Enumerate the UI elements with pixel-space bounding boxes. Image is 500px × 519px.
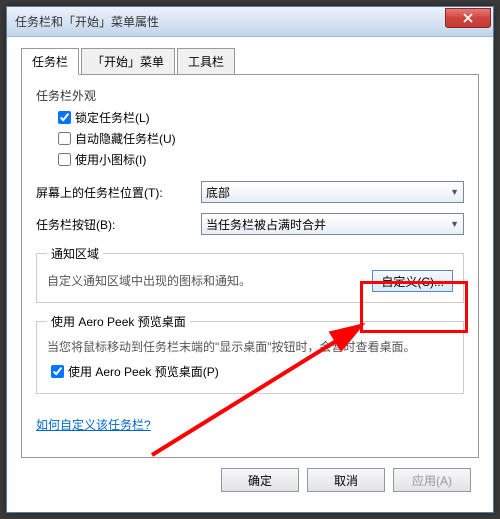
help-link[interactable]: 如何自定义该任务栏? <box>36 416 151 433</box>
dialog-button-bar: 确定 取消 应用(A) <box>21 458 479 502</box>
tabstrip: 任务栏 「开始」菜单 工具栏 <box>21 47 479 74</box>
tab-toolbars[interactable]: 工具栏 <box>177 48 235 75</box>
aero-legend: 使用 Aero Peek 预览桌面 <box>47 313 190 330</box>
buttons-row: 任务栏按钮(B): 当任务栏被占满时合并 ▼ <box>36 213 464 235</box>
buttons-label: 任务栏按钮(B): <box>36 216 201 233</box>
aero-check-label: 使用 Aero Peek 预览桌面(P) <box>68 363 219 380</box>
aero-checkbox[interactable] <box>51 365 64 378</box>
position-combo[interactable]: 底部 ▼ <box>201 181 464 203</box>
chevron-down-icon: ▼ <box>450 219 459 229</box>
lock-taskbar-label: 锁定任务栏(L) <box>75 109 150 126</box>
close-icon <box>463 13 473 23</box>
dialog-content: 任务栏 「开始」菜单 工具栏 任务栏外观 锁定任务栏(L) 自动隐藏任务栏(U)… <box>7 37 493 512</box>
appearance-heading: 任务栏外观 <box>36 87 464 104</box>
lock-taskbar-row[interactable]: 锁定任务栏(L) <box>54 108 464 127</box>
smallicons-checkbox[interactable] <box>58 153 71 166</box>
window-title: 任务栏和「开始」菜单属性 <box>15 13 159 30</box>
autohide-row[interactable]: 自动隐藏任务栏(U) <box>54 129 464 148</box>
aero-check-row[interactable]: 使用 Aero Peek 预览桌面(P) <box>47 362 453 381</box>
buttons-combo[interactable]: 当任务栏被占满时合并 ▼ <box>201 213 464 235</box>
close-button[interactable] <box>445 8 491 28</box>
chevron-down-icon: ▼ <box>450 187 459 197</box>
tabpanel-taskbar: 任务栏外观 锁定任务栏(L) 自动隐藏任务栏(U) 使用小图标(I) 屏幕上的任… <box>21 74 479 458</box>
tab-startmenu[interactable]: 「开始」菜单 <box>81 48 175 75</box>
aero-desc: 当您将鼠标移动到任务栏末端的"显示桌面"按钮时，会暂时查看桌面。 <box>47 338 453 356</box>
customize-button[interactable]: 自定义(C)... <box>372 270 453 292</box>
autohide-label: 自动隐藏任务栏(U) <box>75 130 176 147</box>
tab-taskbar[interactable]: 任务栏 <box>21 48 79 75</box>
notify-group: 通知区域 自定义通知区域中出现的图标和通知。 自定义(C)... <box>36 245 464 303</box>
buttons-value: 当任务栏被占满时合并 <box>206 216 326 233</box>
lock-taskbar-checkbox[interactable] <box>58 111 71 124</box>
autohide-checkbox[interactable] <box>58 132 71 145</box>
titlebar: 任务栏和「开始」菜单属性 <box>7 7 493 37</box>
position-value: 底部 <box>206 184 230 201</box>
position-row: 屏幕上的任务栏位置(T): 底部 ▼ <box>36 181 464 203</box>
apply-button[interactable]: 应用(A) <box>393 468 471 492</box>
aero-group: 使用 Aero Peek 预览桌面 当您将鼠标移动到任务栏末端的"显示桌面"按钮… <box>36 313 464 394</box>
position-label: 屏幕上的任务栏位置(T): <box>36 184 201 201</box>
cancel-button[interactable]: 取消 <box>307 468 385 492</box>
smallicons-row[interactable]: 使用小图标(I) <box>54 150 464 169</box>
ok-button[interactable]: 确定 <box>221 468 299 492</box>
dialog-window: 任务栏和「开始」菜单属性 任务栏 「开始」菜单 工具栏 任务栏外观 锁定任务栏(… <box>6 6 494 513</box>
smallicons-label: 使用小图标(I) <box>75 151 146 168</box>
notify-legend: 通知区域 <box>47 245 103 262</box>
notify-desc: 自定义通知区域中出现的图标和通知。 <box>47 272 251 290</box>
